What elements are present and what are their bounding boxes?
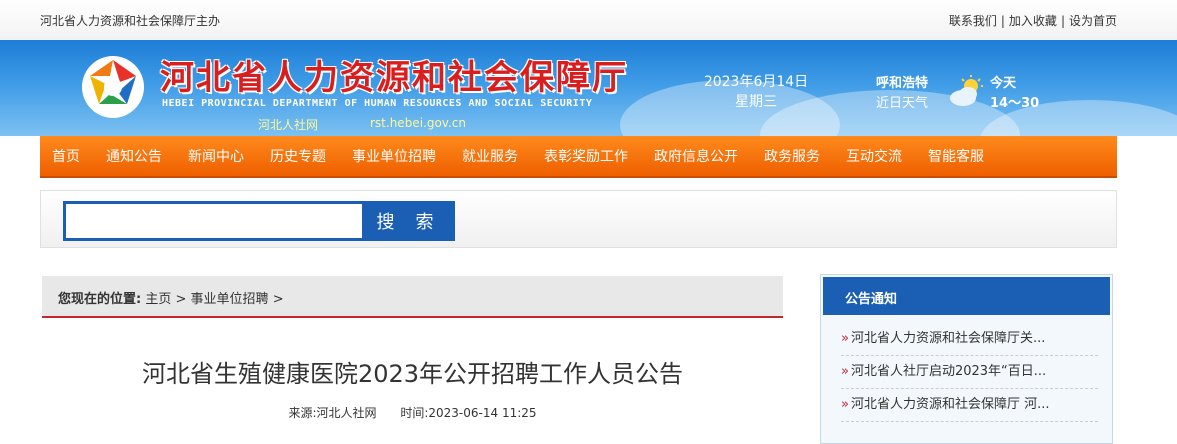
nav-item-interaction[interactable]: 互动交流 xyxy=(846,146,902,166)
main-nav: 首页 通知公告 新闻中心 历史专题 事业单位招聘 就业服务 表彰奖励工作 政府信… xyxy=(40,136,1117,178)
article-source: 来源:河北人社网 xyxy=(288,406,377,420)
breadcrumb-recruitment-link[interactable]: 事业单位招聘 xyxy=(191,292,269,307)
sponsor-text: 河北省人力资源和社会保障厅主办 xyxy=(40,14,221,28)
date-display: 2023年6月14日 星期三 xyxy=(700,72,812,112)
nav-item-history[interactable]: 历史专题 xyxy=(270,146,326,166)
double-chevron-right-icon: » xyxy=(841,397,849,412)
notice-item-text[interactable]: 河北省人力资源和社会保障厅 河... xyxy=(851,397,1050,412)
contact-us-link[interactable]: 联系我们 xyxy=(949,14,997,28)
search-input[interactable] xyxy=(63,201,365,241)
breadcrumb-separator: > xyxy=(175,292,187,307)
add-favorite-link[interactable]: 加入收藏 xyxy=(1009,14,1057,28)
notice-item[interactable]: » 河北省人力资源和社会保障厅关... xyxy=(841,323,1098,356)
site-title-english: HEBEI PROVINCIAL DEPARTMENT OF HUMAN RES… xyxy=(162,98,593,109)
weather-day: 今天 xyxy=(990,76,1017,91)
city-name: 呼和浩特 xyxy=(876,76,929,91)
breadcrumb-home-link[interactable]: 主页 xyxy=(145,292,171,307)
double-chevron-right-icon: » xyxy=(841,364,849,379)
article-meta: 来源:河北人社网 时间:2023-06-14 11:25 xyxy=(42,404,783,421)
partly-cloudy-icon xyxy=(950,75,983,106)
date-text: 2023年6月14日 xyxy=(703,74,809,90)
search-button[interactable]: 搜 索 xyxy=(363,201,455,241)
double-chevron-right-icon: » xyxy=(841,331,849,346)
nav-item-news[interactable]: 新闻中心 xyxy=(188,146,244,166)
breadcrumb: 您现在的位置: 主页 > 事业单位招聘 > xyxy=(42,276,783,318)
weekday-text: 星期三 xyxy=(735,94,777,110)
nav-item-home[interactable]: 首页 xyxy=(52,146,80,166)
nav-item-recruitment[interactable]: 事业单位招聘 xyxy=(352,146,436,166)
nav-item-notices[interactable]: 通知公告 xyxy=(106,146,162,166)
top-links: 联系我们 | 加入收藏 | 设为首页 xyxy=(948,14,1117,28)
nav-item-employment[interactable]: 就业服务 xyxy=(462,146,518,166)
weather-forecast: 今天 14～30 xyxy=(990,74,1039,114)
forecast-label: 近日天气 xyxy=(876,96,929,111)
temperature-range: 14～30 xyxy=(990,96,1040,111)
site-logo-icon[interactable] xyxy=(80,54,146,120)
nav-item-smart-support[interactable]: 智能客服 xyxy=(928,146,984,166)
weather-location: 呼和浩特 近日天气 xyxy=(876,74,928,114)
site-title: 河北省人力资源和社会保障厅 xyxy=(160,58,628,98)
article-title: 河北省生殖健康医院2023年公开招聘工作人员公告 xyxy=(141,360,684,388)
article-time: 时间:2023-06-14 11:25 xyxy=(400,406,537,420)
nav-item-gov-info[interactable]: 政府信息公开 xyxy=(654,146,738,166)
notice-item-text[interactable]: 河北省人社厅启动2023年“百日... xyxy=(851,364,1046,379)
breadcrumb-separator: > xyxy=(272,292,284,307)
top-bar: 河北省人力资源和社会保障厅主办 联系我们 | 加入收藏 | 设为首页 xyxy=(0,0,1177,40)
notice-panel: 公告通知 » 河北省人力资源和社会保障厅关... » 河北省人社厅启动2023年“百… xyxy=(820,274,1113,444)
notice-item-text[interactable]: 河北省人力资源和社会保障厅关... xyxy=(851,331,1045,346)
search-bar: 搜 索 xyxy=(40,190,1117,248)
breadcrumb-label: 您现在的位置: xyxy=(58,292,142,307)
header-banner: 河北省人力资源和社会保障厅 HEBEI PROVINCIAL DEPARTMEN… xyxy=(0,40,1177,136)
nav-item-services[interactable]: 政务服务 xyxy=(764,146,820,166)
notice-item[interactable]: » 河北省人力资源和社会保障厅 河... xyxy=(841,389,1098,422)
notice-title: 公告通知 xyxy=(823,277,1110,315)
nav-item-awards[interactable]: 表彰奖励工作 xyxy=(544,146,628,166)
notice-item[interactable]: » 河北省人社厅启动2023年“百日... xyxy=(841,356,1098,389)
set-homepage-link[interactable]: 设为首页 xyxy=(1069,14,1117,28)
site-short-name: 河北人社网 xyxy=(258,118,319,132)
site-url: rst.hebei.gov.cn xyxy=(370,116,466,130)
